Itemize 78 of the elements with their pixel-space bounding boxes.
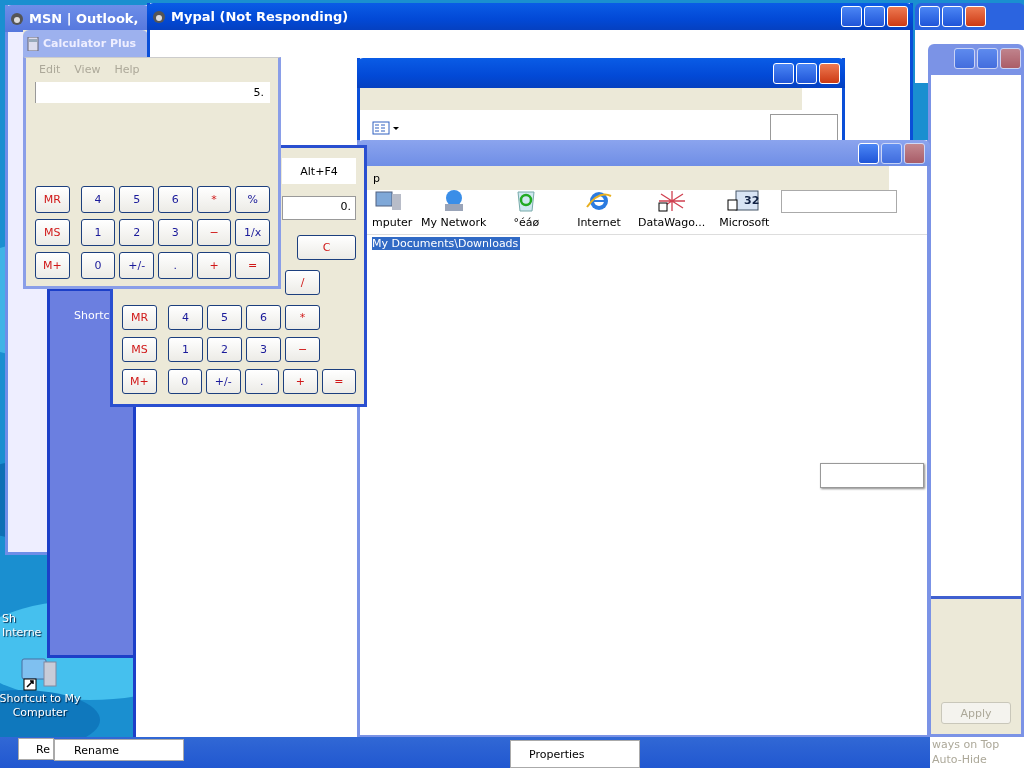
icon-label[interactable]: °éáø	[513, 216, 540, 229]
app-icon	[152, 9, 166, 24]
calculator-key[interactable]: .	[158, 252, 193, 279]
icon-label[interactable]: Shortcut to My	[0, 692, 81, 706]
menu-item[interactable]: p	[373, 171, 380, 185]
computer-icon[interactable]	[374, 190, 404, 212]
calculator-key[interactable]: +	[196, 252, 232, 279]
maximize-button[interactable]	[796, 62, 817, 84]
calculator-key[interactable]: .	[244, 369, 279, 394]
icon-label[interactable]: My Network	[421, 216, 487, 229]
computer-shortcut-icon[interactable]	[20, 656, 60, 692]
clear-key[interactable]: C	[297, 235, 356, 260]
calculator-key[interactable]: 4	[168, 305, 203, 330]
close-button[interactable]	[1000, 48, 1021, 69]
input-field[interactable]	[780, 190, 897, 213]
menu-item[interactable]: Alt+F4	[282, 158, 356, 184]
calculator-key[interactable]: /	[285, 270, 320, 295]
context-menu-item[interactable]: Rename	[54, 739, 184, 761]
context-menu-item[interactable]: Properties	[510, 740, 640, 768]
app-icon	[10, 11, 24, 26]
window-title: Calculator Plus	[43, 37, 137, 50]
minimize-button[interactable]	[773, 62, 794, 84]
calculator-key[interactable]: 2	[207, 337, 242, 362]
context-menu-item[interactable]: Re	[18, 738, 54, 760]
calculator-key[interactable]: 6	[246, 305, 281, 330]
icon-label[interactable]: Internet	[577, 216, 621, 229]
calculator-key[interactable]: +/-	[206, 369, 241, 394]
calculator-key[interactable]: =	[321, 369, 356, 394]
calculator-key[interactable]: 6	[158, 186, 193, 213]
calculator-key[interactable]: MS	[35, 219, 70, 246]
web-shortcut-icon[interactable]	[656, 190, 687, 212]
minimize-button[interactable]	[954, 48, 975, 69]
calculator-display: 0.	[282, 196, 356, 220]
address-path[interactable]: My Documents\Downloads	[372, 237, 521, 250]
icon-label[interactable]: Microsoft	[719, 216, 770, 229]
calculator-key[interactable]: 5	[207, 305, 242, 330]
icon-label[interactable]: Computer	[12, 706, 68, 720]
calculator-key[interactable]: 4	[80, 186, 116, 213]
close-button[interactable]	[887, 6, 908, 27]
window-title: MSN | Outlook,	[29, 11, 139, 26]
calculator-key[interactable]: +/-	[119, 252, 154, 279]
input-field[interactable]	[770, 114, 838, 142]
calculator-key[interactable]: 0	[167, 369, 202, 394]
maximize-button[interactable]	[942, 6, 963, 27]
icon-label[interactable]: mputer	[372, 216, 413, 229]
calculator-key[interactable]: 2	[119, 219, 154, 246]
close-button[interactable]	[819, 62, 840, 84]
calculator-key[interactable]: *	[196, 186, 232, 213]
icon-label: Shortc	[74, 309, 110, 322]
calculator-key[interactable]: 1/x	[235, 219, 271, 246]
maximize-button[interactable]	[977, 48, 998, 69]
calculator-icon	[26, 36, 40, 51]
calculator-key[interactable]: MR	[122, 305, 157, 330]
minimize-button[interactable]	[919, 6, 940, 27]
calculator-key[interactable]: 3	[246, 337, 281, 362]
calculator-key[interactable]: M+	[35, 252, 70, 279]
calculator-key[interactable]: =	[235, 252, 271, 279]
calculator-key[interactable]: 0	[80, 252, 116, 279]
close-button[interactable]	[965, 6, 986, 27]
window-title: Mypal (Not Responding)	[171, 9, 349, 24]
calculator-key[interactable]: %	[235, 186, 271, 213]
calculator-key[interactable]: M+	[122, 369, 157, 394]
view-menu-icon[interactable]	[372, 120, 400, 136]
calculator-key[interactable]: MR	[35, 186, 70, 213]
browser-icon[interactable]	[584, 190, 614, 212]
calculator-key[interactable]: +	[283, 369, 318, 394]
maximize-button[interactable]	[864, 6, 885, 27]
calculator-key[interactable]: 1	[80, 219, 116, 246]
calculator-key[interactable]: 5	[119, 186, 154, 213]
calculator-key[interactable]: *	[285, 305, 320, 330]
minimize-button[interactable]	[841, 6, 862, 27]
calculator-key[interactable]: 1	[168, 337, 203, 362]
calculator-key[interactable]: MS	[122, 337, 157, 362]
icon-label[interactable]: DataWago...	[638, 216, 706, 229]
calculator-display: 5.	[35, 82, 270, 103]
calculator-key[interactable]: 3	[158, 219, 193, 246]
calculator-key[interactable]: −	[196, 219, 232, 246]
calculator-key[interactable]: −	[285, 337, 320, 362]
